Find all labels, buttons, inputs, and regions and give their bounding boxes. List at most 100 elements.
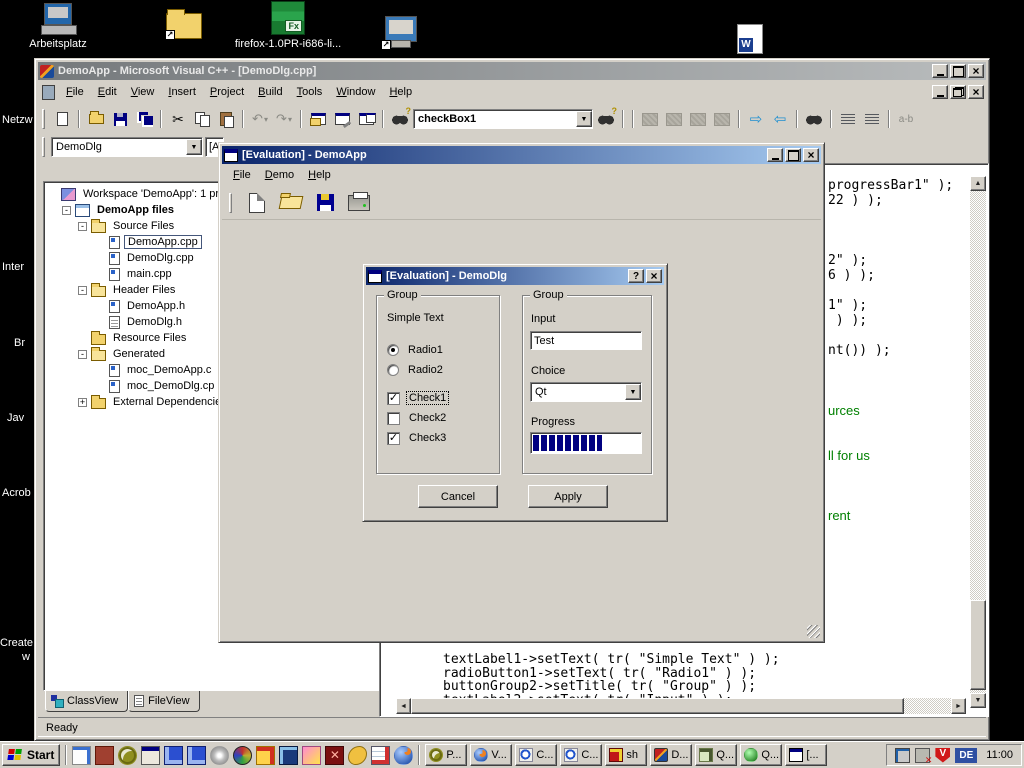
wizardbar-action-1-icon[interactable] [639,109,661,129]
quick-launch-icon[interactable] [325,746,344,765]
menu-item[interactable]: Help [301,165,338,185]
print-icon[interactable] [346,190,372,216]
radio-button-icon[interactable] [387,364,399,376]
undo-icon[interactable] [249,109,271,129]
vertical-scrollbar[interactable] [970,176,986,708]
new-file-icon[interactable] [51,109,73,129]
menu-item[interactable]: Help [382,82,419,102]
network-computer-icon[interactable] [895,748,910,763]
quick-launch-icon[interactable] [72,746,91,765]
copy-icon[interactable] [191,109,213,129]
toolbar-handle[interactable] [229,193,232,213]
apply-button[interactable]: Apply [528,485,608,508]
chevron-down-icon[interactable] [625,384,641,400]
horizontal-scrollbar-thumb[interactable] [411,698,904,714]
save-all-icon[interactable] [133,109,155,129]
help-button[interactable] [628,269,644,283]
cancel-button[interactable]: Cancel [418,485,498,508]
radio-option[interactable]: Radio2 [387,360,445,380]
horizontal-scrollbar[interactable] [396,698,966,714]
next-arrow-icon[interactable] [745,109,767,129]
minimize-button[interactable] [932,64,948,78]
close-button[interactable] [968,64,984,78]
menu-item[interactable]: Tools [290,82,330,102]
task-button[interactable]: P... [425,744,467,766]
save-icon[interactable] [312,190,338,216]
wizardbar-action-4-icon[interactable] [711,109,733,129]
indent-left-icon[interactable] [837,109,859,129]
menu-item[interactable]: View [124,82,162,102]
desktop-icon-label[interactable]: Acrob [2,487,31,499]
quick-launch-icon[interactable] [371,746,390,765]
desktop-icon-my-computer[interactable]: Arbeitsplatz [20,3,96,50]
quick-launch-icon[interactable] [164,746,183,765]
mdi-minimize-button[interactable] [932,85,948,99]
keyboard-layout-badge[interactable]: DE [955,748,977,763]
menu-item[interactable]: Insert [161,82,203,102]
tree-expander-icon[interactable]: - [62,206,71,215]
desktop-icon-label[interactable]: w [22,651,30,663]
tree-expander-icon[interactable]: - [78,222,87,231]
vc-titlebar[interactable]: DemoApp - Microsoft Visual C++ - [DemoDl… [38,62,986,80]
desktop-icon-label[interactable]: Create [0,637,33,649]
checkbox-icon[interactable] [387,412,400,425]
cascade-windows-icon[interactable] [355,109,377,129]
mdi-restore-button[interactable] [950,85,966,99]
task-button[interactable]: Q... [695,744,737,766]
indent-right-icon[interactable] [861,109,883,129]
resize-grip[interactable] [807,625,820,638]
task-button[interactable]: C... [515,744,557,766]
scroll-up-icon[interactable] [970,176,986,191]
redo-icon[interactable] [273,109,295,129]
desktop-icon-word[interactable] [712,24,788,54]
menu-item[interactable]: Demo [258,165,301,185]
word-wrap-icon[interactable]: a-b [895,109,917,129]
input-field[interactable] [530,331,642,350]
close-button[interactable] [803,148,819,162]
tree-expander-icon[interactable]: - [78,286,87,295]
menu-item[interactable]: Project [203,82,251,102]
tree-expander-icon[interactable]: - [78,350,87,359]
tree-expander-icon[interactable]: + [78,398,87,407]
tab-classview[interactable]: ClassView [45,691,128,712]
task-button[interactable]: sh [605,744,647,766]
checkbox-option[interactable]: Check1 [387,388,448,408]
quick-launch-icon[interactable] [256,746,275,765]
choice-combo[interactable]: Qt [530,382,642,402]
checkbox-option[interactable]: Check3 [387,428,448,448]
quick-launch-icon[interactable] [302,746,321,765]
save-icon[interactable] [109,109,131,129]
desktop-icon-label[interactable]: Br [14,337,25,349]
open-icon[interactable] [278,190,304,216]
chevron-down-icon[interactable] [576,111,592,127]
quick-launch-icon[interactable] [394,746,413,765]
quick-launch-icon[interactable] [187,746,206,765]
quick-launch-icon[interactable] [210,746,229,765]
find-icon[interactable] [803,109,825,129]
desktop-icon-folder[interactable] [146,13,222,39]
tab-fileview[interactable]: FileView [128,691,199,712]
find-in-files-icon[interactable] [595,109,617,129]
wizardbar-action-3-icon[interactable] [687,109,709,129]
quick-launch-icon[interactable] [348,746,367,765]
checkbox-icon[interactable] [387,432,400,445]
radio-option[interactable]: Radio1 [387,340,445,360]
menu-item[interactable]: Edit [91,82,124,102]
scroll-down-icon[interactable] [970,693,986,708]
maximize-button[interactable] [785,148,801,162]
new-document-icon[interactable] [244,190,270,216]
quick-launch-icon[interactable] [95,746,114,765]
radio-button-icon[interactable] [387,344,399,356]
checkbox-icon[interactable] [387,392,400,405]
quick-launch-icon[interactable] [118,746,137,765]
quick-launch-icon[interactable] [279,746,298,765]
document-icon[interactable] [42,85,55,100]
minimize-button[interactable] [767,148,783,162]
menu-item[interactable]: Window [329,82,382,102]
menu-item[interactable]: File [226,165,258,185]
open-icon[interactable] [85,109,107,129]
antivirus-shield-icon[interactable] [935,748,950,763]
search-icon[interactable] [389,109,411,129]
cut-icon[interactable] [167,109,189,129]
toolbar-handle[interactable] [42,109,45,129]
